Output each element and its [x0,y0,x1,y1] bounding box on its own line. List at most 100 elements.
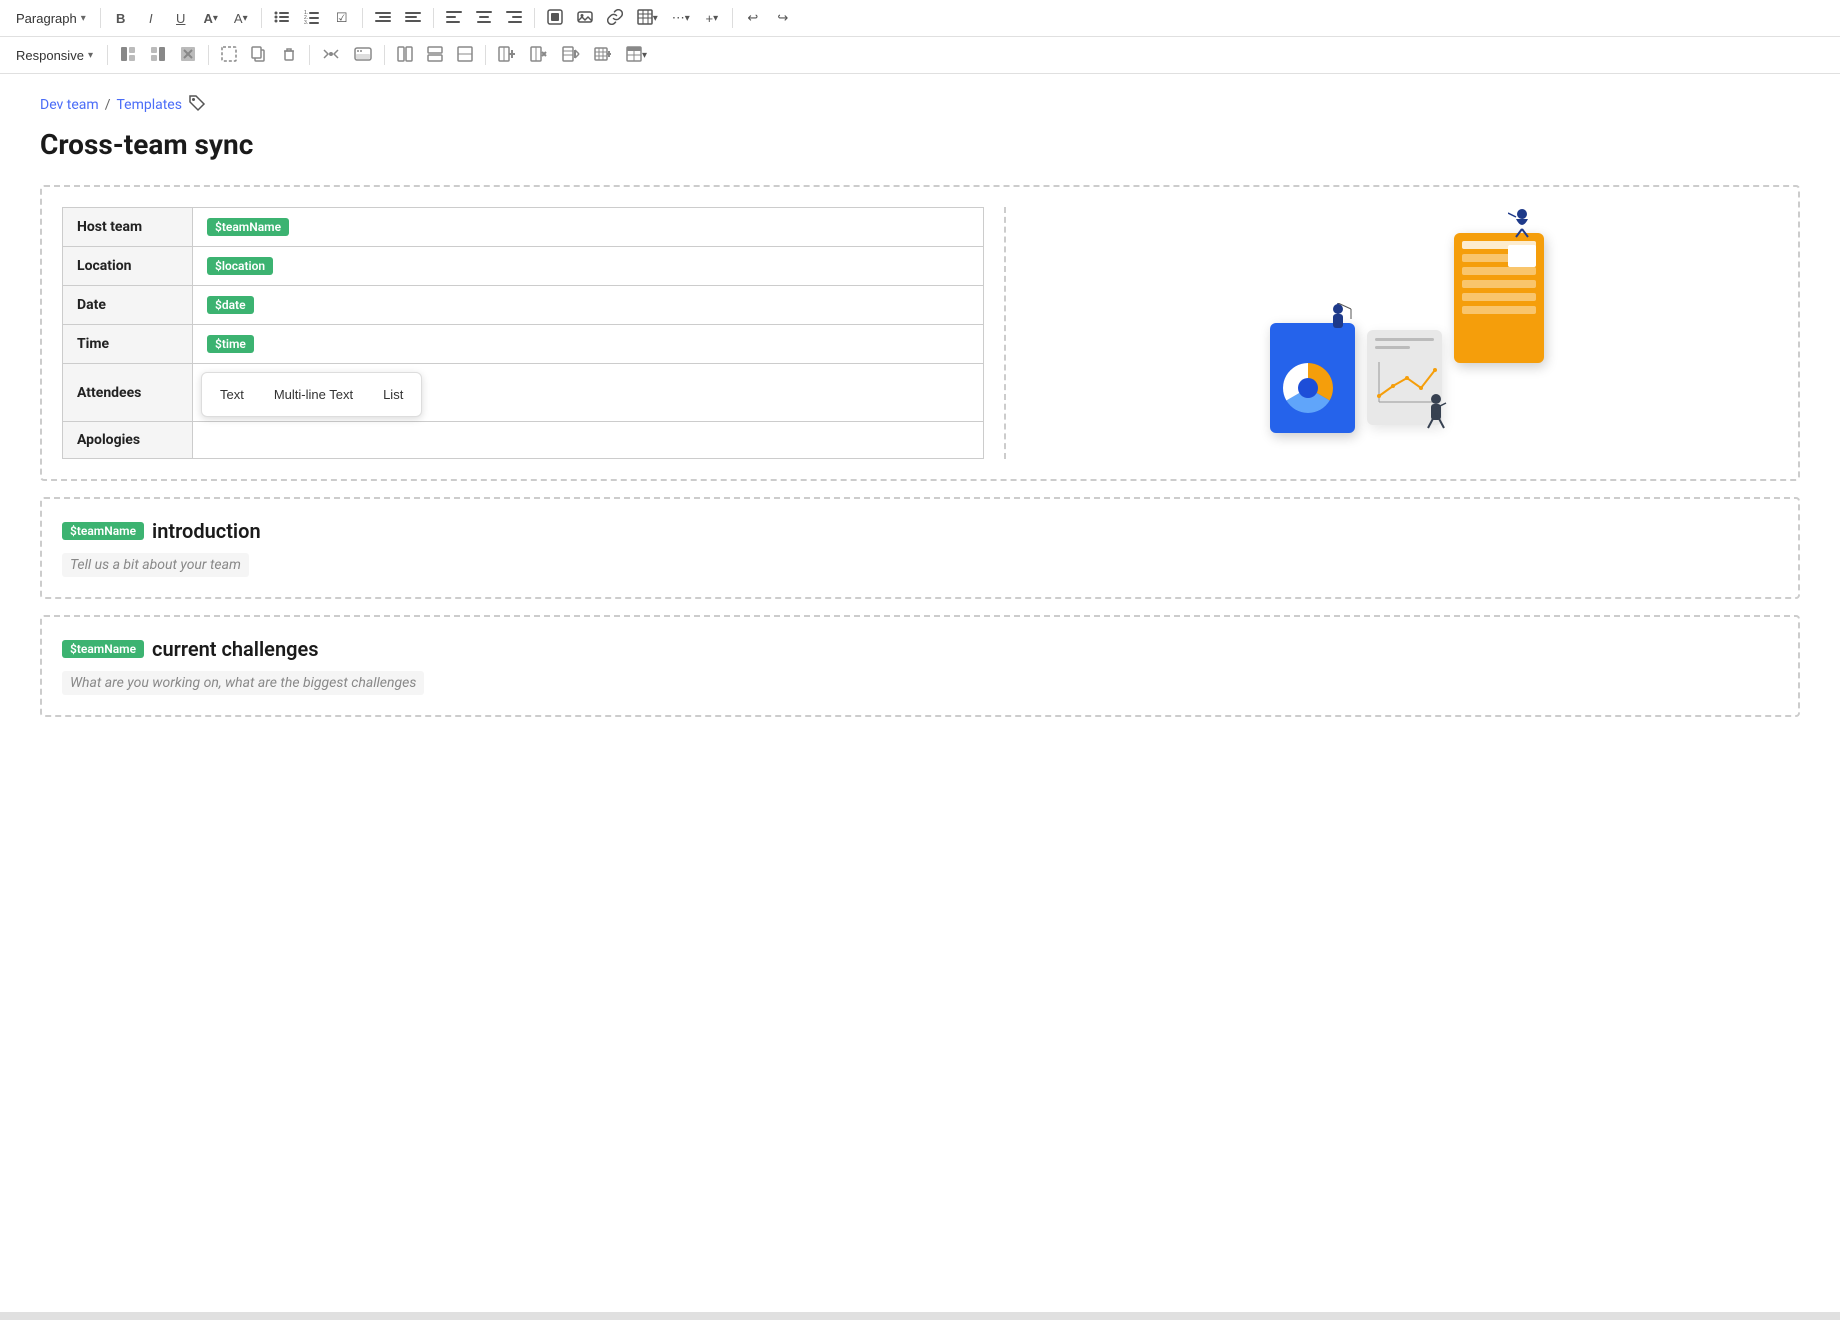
table-add-col-button[interactable] [492,41,522,69]
table-properties-button[interactable] [556,41,586,69]
expand-button[interactable] [215,41,243,69]
bottom-scrollbar[interactable] [0,1312,1840,1320]
responsive-dropdown[interactable]: Responsive ▾ [8,41,101,69]
table-del-col-icon [530,46,548,65]
pie-chart [1278,358,1338,418]
table-value-apologies[interactable] [193,422,984,459]
underline-button[interactable]: U [167,4,195,32]
layout-remove-button[interactable] [174,41,202,69]
main-section: Host team $teamName Location $location [40,185,1800,481]
font-color-icon: A [204,11,213,26]
separator [100,8,101,28]
table-row: Location $location [63,247,984,286]
italic-button[interactable]: I [137,4,165,32]
font-size-icon: A [234,11,243,26]
copy-button[interactable] [245,41,273,69]
merge-cells-button[interactable] [451,41,479,69]
popup-item-list[interactable]: List [369,381,417,408]
chevron-down-icon: ▾ [88,50,93,61]
table-value-host-team[interactable]: $teamName [193,208,984,247]
chevron-down-icon: ▾ [653,13,658,24]
align-left-button[interactable] [440,4,468,32]
indent-decrease-button[interactable] [369,4,397,32]
chevron-down-icon: ▾ [685,13,690,24]
yellow-row [1462,280,1536,288]
breadcrumb-current[interactable]: Templates [116,97,182,113]
template-var-location: $location [207,257,273,275]
separator [208,45,209,65]
seated-figure [1508,209,1536,239]
undo-icon: ↩ [747,10,758,26]
breadcrumb: Dev team / Templates [40,94,1800,116]
svg-text:3.: 3. [304,20,308,25]
table-label-location: Location [63,247,193,286]
table-label-apologies: Apologies [63,422,193,459]
introduction-section: $teamName introduction Tell us a bit abo… [40,497,1800,599]
undo-button[interactable]: ↩ [739,4,767,32]
indent-increase-button[interactable] [399,4,427,32]
table-value-location[interactable]: $location [193,247,984,286]
more-options-icon: ⋯ [672,10,685,26]
yellow-row [1462,306,1536,314]
content-area: Dev team / Templates Cross-team sync Hos… [0,74,1840,753]
checklist-icon: ☑ [336,10,348,26]
table-del-col-button[interactable] [524,41,554,69]
grid-col-button[interactable] [391,41,419,69]
table-value-attendees[interactable]: Text Multi-line Text List [193,364,984,422]
table-properties-icon [562,46,580,65]
breadcrumb-team-link[interactable]: Dev team [40,97,99,113]
image-button[interactable] [571,4,599,32]
redo-button[interactable]: ↪ [769,4,797,32]
table-format-icon [626,46,642,65]
variable-button[interactable] [316,41,346,69]
toolbar-row1: Paragraph ▾ B I U A ▾ A▾ 1.2.3. ☑ [0,0,1840,37]
grid-row-button[interactable] [421,41,449,69]
layout-left-button[interactable] [114,41,142,69]
align-left-icon [446,9,462,28]
layout-right-button[interactable] [144,41,172,69]
popup-menu: Text Multi-line Text List [201,372,422,417]
popup-item-text[interactable]: Text [206,381,258,408]
font-size-button[interactable]: A▾ [227,4,255,32]
layout-remove-icon [180,46,196,65]
checklist-button[interactable]: ☑ [328,4,356,32]
table-value-date[interactable]: $date [193,286,984,325]
table-row: Attendees Text Multi-line Text List [63,364,984,422]
add-button[interactable]: + ▾ [698,4,726,32]
table-icon [637,9,653,28]
slide-blue [1270,323,1355,433]
separator [534,8,535,28]
numbered-list-icon: 1.2.3. [304,9,320,28]
table-label-host-team: Host team [63,208,193,247]
more-options-button[interactable]: ⋯ ▾ [666,4,696,32]
align-right-button[interactable] [500,4,528,32]
bold-button[interactable]: B [107,4,135,32]
delete-button[interactable] [275,41,303,69]
numbered-list-button[interactable]: 1.2.3. [298,4,326,32]
table-value-time[interactable]: $time [193,325,984,364]
bullet-list-button[interactable] [268,4,296,32]
block-button[interactable] [541,4,569,32]
expand-icon [221,46,237,65]
redo-icon: ↪ [777,10,788,26]
align-center-button[interactable] [470,4,498,32]
link-icon [607,9,623,28]
template-var-teamname-intro: $teamName [62,522,144,540]
table-more-button[interactable] [588,41,618,69]
table-row: Date $date [63,286,984,325]
separator [433,8,434,28]
separator [107,45,108,65]
link-button[interactable] [601,4,629,32]
font-color-button[interactable]: A ▾ [197,4,225,32]
breadcrumb-separator: / [105,97,111,113]
popup-item-multiline[interactable]: Multi-line Text [260,381,367,408]
left-column: Host team $teamName Location $location [62,207,1006,459]
separator [261,8,262,28]
table-format-button[interactable]: ▾ [620,41,653,69]
code-button[interactable] [348,41,378,69]
paragraph-dropdown[interactable]: Paragraph ▾ [8,4,94,32]
gray-line [1375,338,1434,341]
chevron-down-icon: ▾ [81,13,86,24]
challenges-section: $teamName current challenges What are yo… [40,615,1800,717]
table-button[interactable]: ▾ [631,4,664,32]
